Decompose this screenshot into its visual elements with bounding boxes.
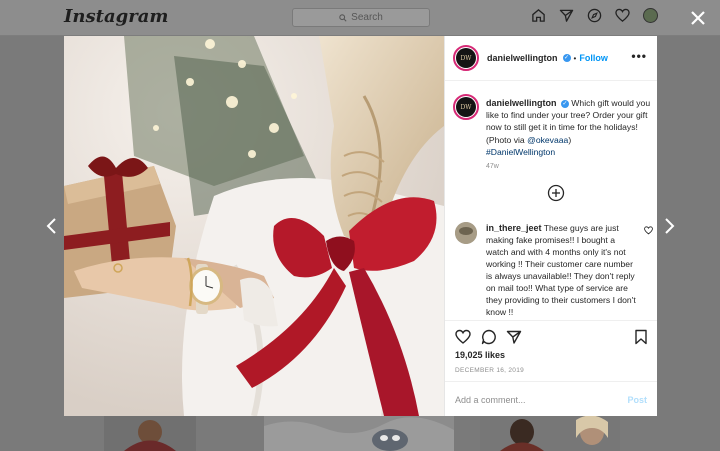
post-photo[interactable] — [64, 36, 444, 416]
author-avatar[interactable]: DW — [453, 45, 479, 71]
likes-count[interactable]: 19,025 likes — [455, 350, 505, 360]
verified-badge-icon: ✓ — [562, 54, 571, 62]
separator-dot: • — [573, 53, 577, 63]
avatar-monogram: DW — [456, 48, 476, 68]
caption-hashtag-link[interactable]: #DanielWellington — [486, 147, 555, 157]
comment-text: in_there_jeet These guys are just making… — [486, 222, 638, 318]
post-details-panel: DW danielwellington ✓ • Follow ••• DW da… — [444, 36, 657, 416]
comment-body: These guys are just making fake promises… — [486, 223, 636, 317]
search-input[interactable]: Search — [292, 8, 430, 27]
close-icon[interactable] — [688, 8, 708, 28]
commenter-username[interactable]: in_there_jeet — [486, 223, 542, 233]
post-time-ago[interactable]: 47w — [486, 163, 499, 170]
heart-icon[interactable] — [615, 8, 630, 23]
post-actions: 19,025 likes DECEMBER 16, 2019 Add a com… — [445, 320, 657, 417]
save-bookmark-icon[interactable] — [633, 329, 649, 345]
post-modal: DW danielwellington ✓ • Follow ••• DW da… — [64, 36, 657, 416]
avatar-monogram: DW — [456, 97, 476, 117]
verified-badge-icon: ✓ — [560, 99, 569, 108]
more-options-icon[interactable]: ••• — [631, 49, 647, 63]
explore-icon[interactable] — [587, 8, 602, 23]
chevron-left-icon[interactable] — [44, 216, 60, 236]
background-thumbnail — [104, 416, 196, 451]
post-image — [64, 36, 444, 416]
background-post-thumbnails — [0, 416, 720, 451]
load-more-comments-icon[interactable] — [547, 184, 565, 202]
search-placeholder: Search — [351, 12, 383, 23]
background-thumbnail — [480, 416, 620, 451]
post-header: DW danielwellington ✓ • Follow ••• — [445, 36, 657, 81]
search-icon — [339, 13, 347, 22]
caption-text: danielwellington ✓ Which gift would you … — [486, 97, 656, 158]
top-navigation-bar: Instagram Search — [0, 0, 720, 36]
caption-username[interactable]: danielwellington — [486, 98, 557, 108]
comment-like-icon[interactable] — [644, 226, 653, 235]
add-comment-input[interactable]: Add a comment... — [455, 395, 526, 405]
comment-icon[interactable] — [481, 329, 497, 345]
caption-body-end: ) — [568, 134, 572, 145]
home-icon[interactable] — [531, 8, 546, 23]
post-date[interactable]: DECEMBER 16, 2019 — [455, 367, 524, 374]
chevron-right-icon[interactable] — [661, 216, 677, 236]
author-username[interactable]: danielwellington — [487, 53, 558, 63]
follow-button[interactable]: Follow — [579, 53, 608, 63]
share-icon[interactable] — [506, 329, 522, 345]
like-icon[interactable] — [455, 329, 471, 345]
background-thumbnail — [264, 416, 454, 451]
nav-icons — [531, 8, 658, 23]
caption-mention-link[interactable]: @okevaaa — [527, 135, 568, 145]
commenter-avatar[interactable] — [455, 222, 477, 244]
instagram-logo[interactable]: Instagram — [64, 6, 168, 27]
direct-icon[interactable] — [559, 8, 574, 23]
caption-avatar[interactable]: DW — [453, 94, 479, 120]
add-comment-box: Add a comment... Post — [445, 381, 657, 418]
post-comment-button[interactable]: Post — [627, 395, 647, 405]
profile-avatar[interactable] — [643, 8, 658, 23]
